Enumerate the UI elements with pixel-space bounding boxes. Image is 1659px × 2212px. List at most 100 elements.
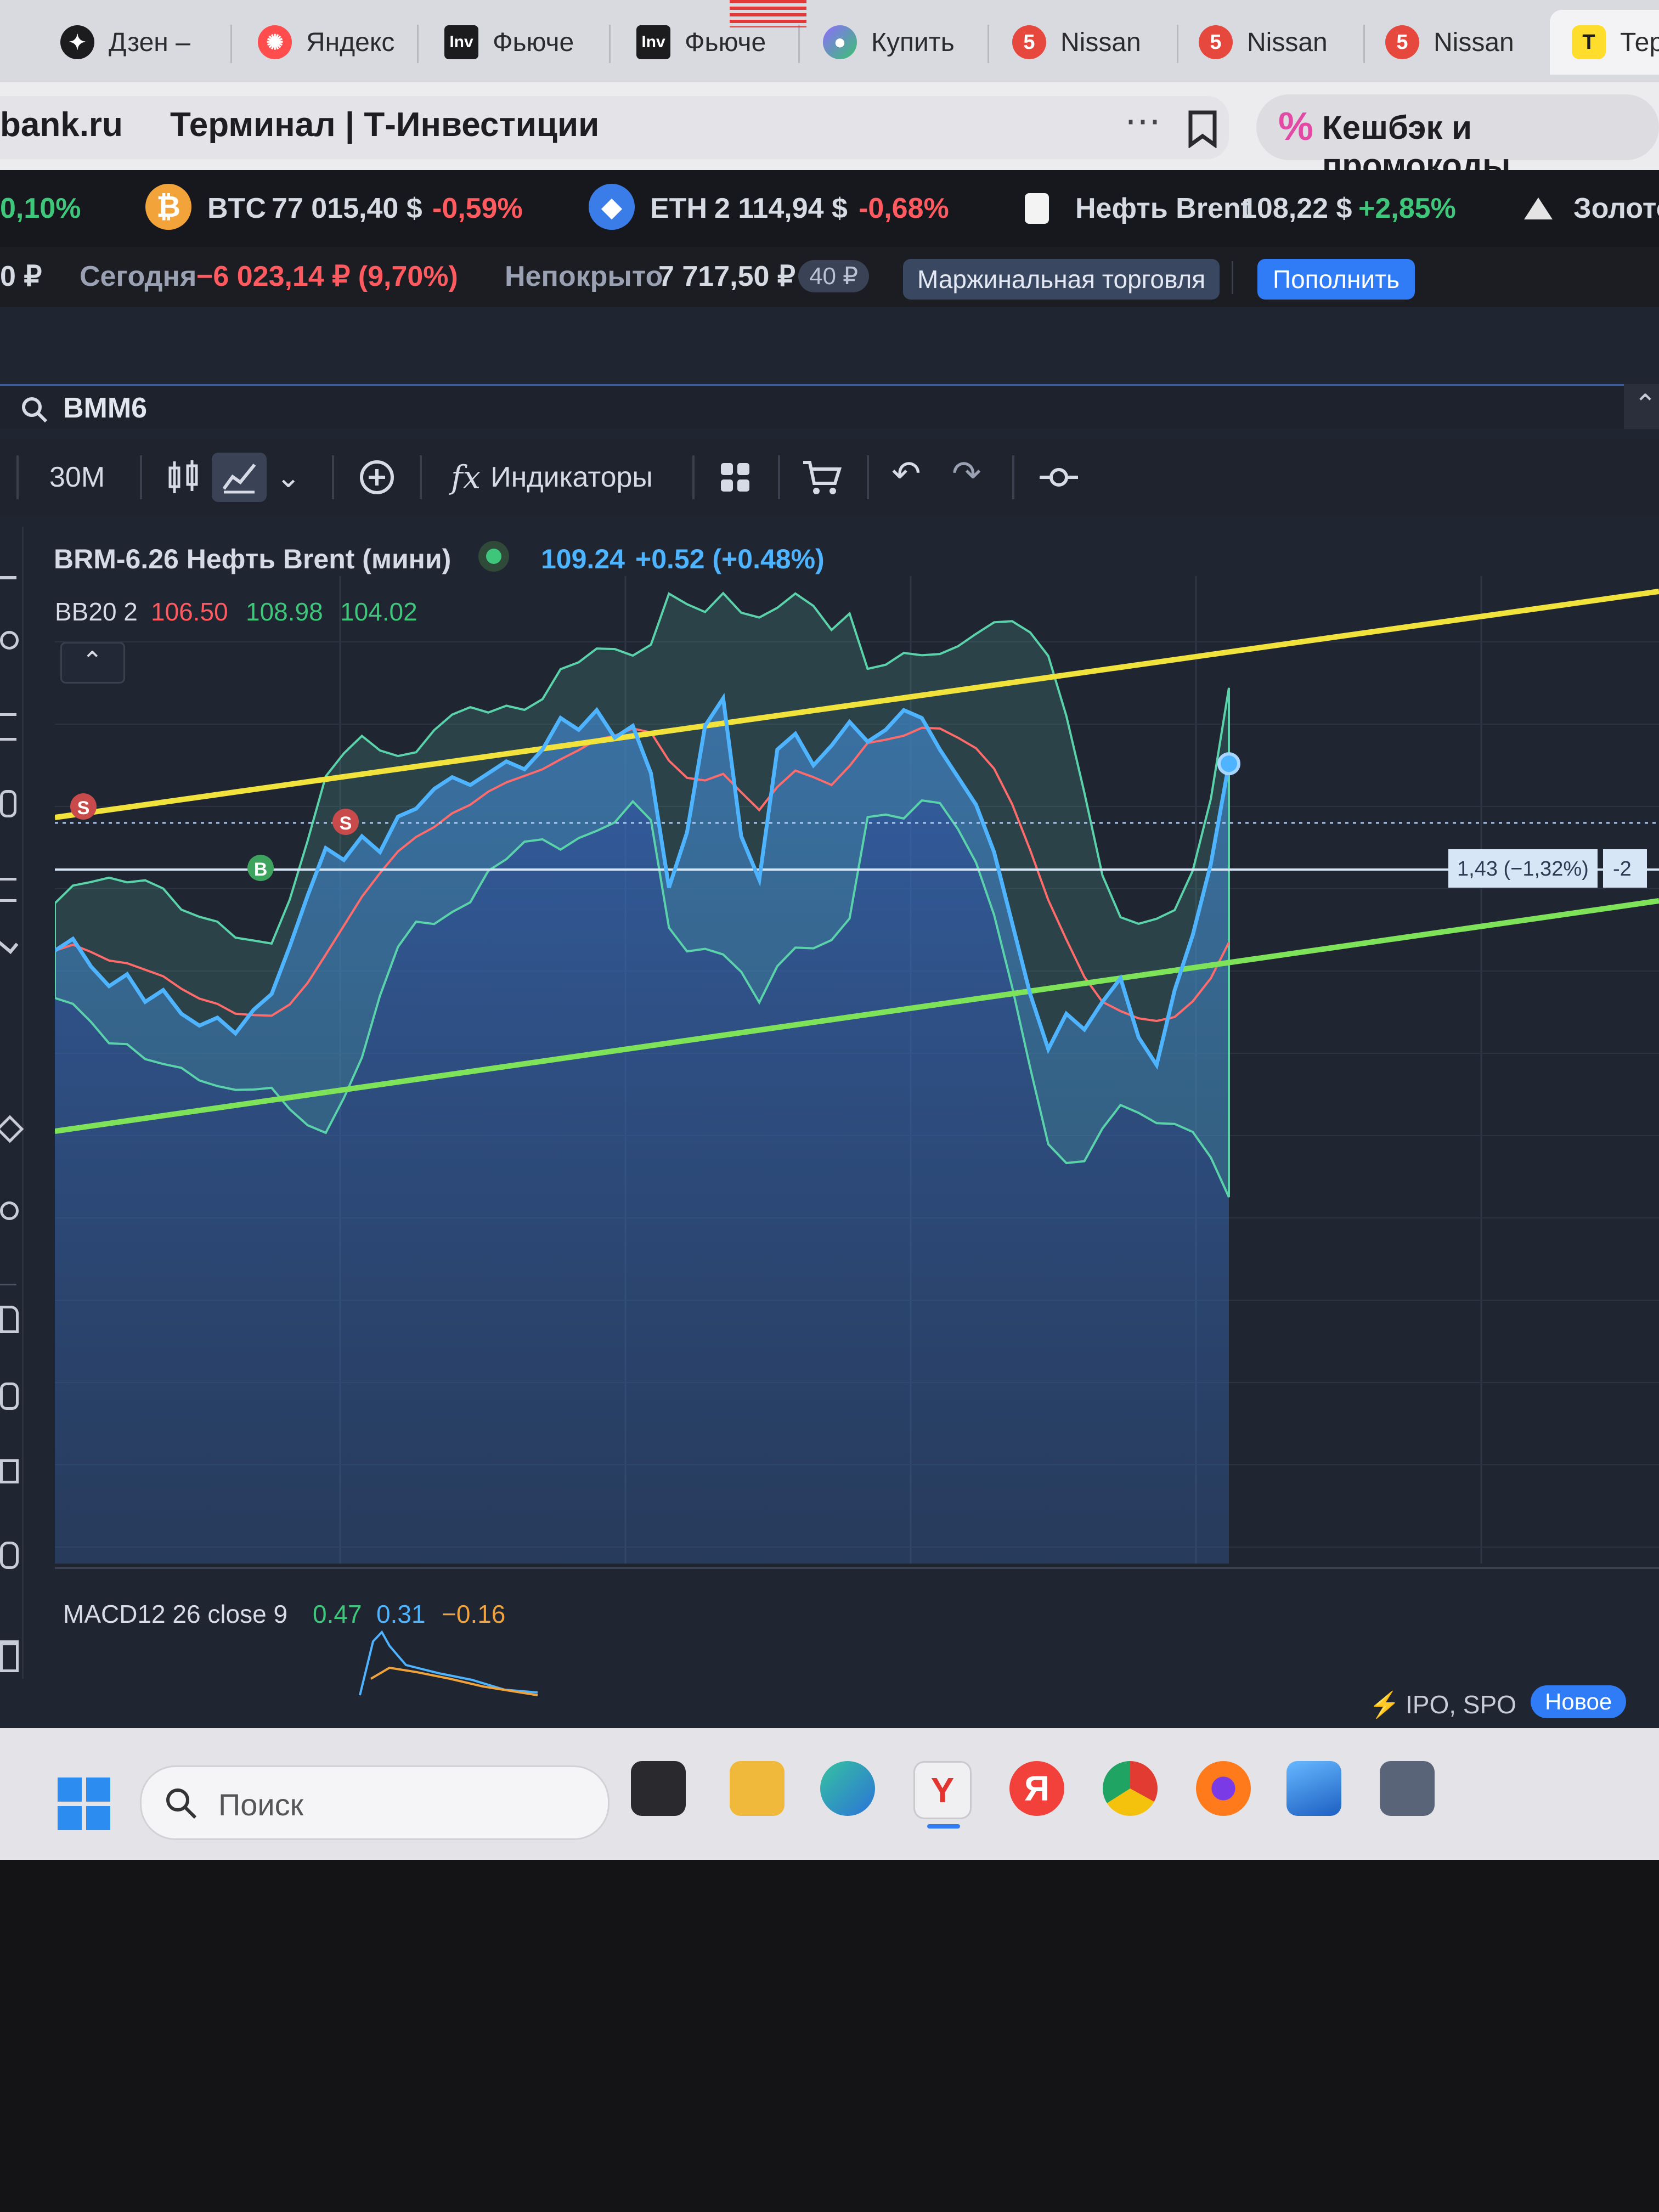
market-status-dot	[478, 541, 509, 572]
bitcoin-icon: ₿	[145, 184, 191, 230]
svg-text:S: S	[340, 813, 352, 834]
zoom-icon[interactable]	[0, 1201, 19, 1220]
calculator-icon[interactable]	[1380, 1761, 1435, 1816]
instrument-name[interactable]: BRM-6.26 Нефть Brent (мини)	[54, 543, 451, 575]
ticker-brent-change: +2,85%	[1358, 193, 1456, 224]
ticker-gold-name[interactable]: Золото	[1573, 192, 1659, 225]
tab-terminal-active[interactable]: T Тер	[1550, 10, 1659, 75]
tab-label: Фьюче	[685, 27, 766, 57]
search-input[interactable]: BMM6	[63, 392, 147, 425]
line-tool-icon[interactable]	[0, 576, 16, 579]
firefox-icon[interactable]	[1196, 1761, 1251, 1816]
tab-label: Яндекс	[306, 27, 395, 57]
tab-label: Nissan	[1247, 27, 1328, 57]
tab-yandex[interactable]: ✺ Яндекс	[258, 12, 395, 72]
tab-label: Nissan	[1434, 27, 1514, 57]
edge-icon[interactable]	[820, 1761, 875, 1816]
photos-icon[interactable]	[1286, 1761, 1341, 1816]
lightning-icon: ⚡	[1369, 1690, 1401, 1719]
lock-icon[interactable]	[0, 1383, 19, 1410]
indicators-button[interactable]: fx Индикаторы	[451, 455, 653, 499]
promo-button[interactable]: % Кешбэк и промокоды	[1256, 94, 1659, 184]
address-bar: bank.ru Терминал | Т-Инвестиции ⋯ % Кешб…	[0, 82, 1659, 184]
investing-icon: Inv	[636, 25, 670, 59]
browser-tab-bar: ✦ Дзен – ✺ Яндекс Inv Фьюче Inv Фьюче ● …	[0, 0, 1659, 82]
position-label[interactable]: 1,43 (−1,32%) -2	[1448, 849, 1647, 888]
ticker-eth-name[interactable]: ETH	[650, 192, 707, 225]
last-price-marker	[1217, 752, 1240, 776]
macd-value-1: 0.47	[313, 1600, 362, 1628]
node-tool-icon[interactable]	[0, 631, 19, 650]
chevron-up-icon: ⌃	[1634, 389, 1657, 420]
eye-icon[interactable]	[0, 1459, 19, 1483]
bookmark-icon[interactable]	[1185, 110, 1220, 148]
instrument-change: +0.52 (+0.48%)	[635, 544, 825, 574]
tab-dzen[interactable]: ✦ Дзен –	[60, 12, 203, 72]
cart-icon[interactable]	[801, 458, 843, 496]
ticker-eth-change: -0,68%	[859, 193, 949, 224]
grid-layout-icon[interactable]	[719, 461, 752, 494]
new-badge[interactable]: Новое	[1531, 1685, 1627, 1718]
taskbar-search[interactable]: Поиск	[140, 1765, 610, 1840]
tab-label: Фьюче	[493, 27, 574, 57]
price-chart[interactable]: S S B 1,43 (−1,32%) -2	[55, 576, 1659, 1706]
trash-icon[interactable]	[0, 1640, 19, 1672]
zen-icon: ✦	[60, 25, 94, 59]
tab-nissan-3[interactable]: 5 Nissan	[1385, 12, 1533, 72]
trade-marker-sell-2[interactable]: S	[332, 809, 359, 835]
svg-text:S: S	[77, 798, 90, 819]
svg-text:B: B	[254, 859, 268, 880]
chevron-down-icon[interactable]: ⌄	[276, 460, 301, 494]
magnet-icon[interactable]	[0, 1306, 19, 1333]
ticker-brent-name[interactable]: Нефть Brent	[1075, 192, 1250, 225]
ticker-btc-price: 77 015,40 $	[272, 193, 422, 224]
trade-marker-sell-1[interactable]: S	[70, 793, 97, 820]
tab-label: Купить	[871, 27, 955, 57]
pattern-tool-icon[interactable]	[0, 878, 16, 902]
collapse-panel-button[interactable]: ⌃	[1624, 384, 1659, 429]
laptop-bezel	[0, 1860, 1659, 2212]
more-icon[interactable]: ⋯	[1125, 100, 1161, 142]
taskbar-search-input[interactable]: Поиск	[218, 1787, 303, 1822]
trade-marker-buy[interactable]: B	[247, 855, 274, 881]
line-chart-button[interactable]	[212, 453, 267, 502]
gold-icon	[1524, 198, 1553, 219]
add-circle-icon[interactable]	[358, 458, 396, 496]
ruler-icon[interactable]	[0, 1115, 24, 1143]
ticker-brent-price: 108,22 $	[1241, 193, 1352, 224]
ticker-btc-name[interactable]: BTC	[207, 192, 266, 225]
candles-icon[interactable]	[165, 458, 203, 496]
today-label: Сегодня	[80, 261, 197, 292]
tab-nissan-1[interactable]: 5 Nissan	[1012, 12, 1160, 72]
percent-icon: %	[1278, 105, 1314, 149]
hide-drawings-icon[interactable]	[0, 1542, 19, 1569]
yandex-icon[interactable]: Я	[1009, 1761, 1064, 1816]
check-tool-icon[interactable]	[0, 934, 19, 955]
tab-futures-1[interactable]: Inv Фьюче	[444, 12, 587, 72]
yandex-browser-icon[interactable]: Y	[913, 1761, 972, 1819]
tab-nissan-2[interactable]: 5 Nissan	[1199, 12, 1347, 72]
redo-icon[interactable]: ↷	[952, 453, 981, 494]
undo-icon[interactable]: ↶	[891, 453, 921, 494]
uncovered-badge: 40 ₽	[798, 260, 870, 292]
active-app-indicator	[927, 1824, 960, 1829]
macd-label[interactable]: MACD12 26 close 9	[63, 1599, 287, 1629]
instrument-search[interactable]: BMM6	[0, 384, 1624, 429]
path-tool-icon[interactable]	[0, 790, 16, 817]
crosshair-icon[interactable]	[1040, 464, 1078, 491]
windows-start-icon[interactable]	[58, 1778, 110, 1830]
ipo-label[interactable]: IPO, SPO	[1406, 1690, 1516, 1719]
deposit-button[interactable]: Пополнить	[1257, 259, 1415, 300]
margin-trading-button[interactable]: Маржинальная торговля	[903, 259, 1220, 300]
ethereum-icon: ◆	[589, 184, 635, 230]
tab-buy[interactable]: ● Купить	[823, 12, 966, 72]
file-explorer-icon[interactable]	[730, 1761, 785, 1816]
fib-tool-icon[interactable]	[0, 713, 16, 741]
ticker-btc-change: -0,59%	[432, 193, 523, 224]
svg-text:-2: -2	[1613, 857, 1632, 881]
drawing-toolbar	[0, 527, 24, 1679]
chrome-icon[interactable]	[1103, 1761, 1158, 1816]
interval-button[interactable]: 30M	[49, 455, 105, 499]
task-view-icon[interactable]	[631, 1761, 686, 1816]
search-icon	[166, 1788, 197, 1819]
